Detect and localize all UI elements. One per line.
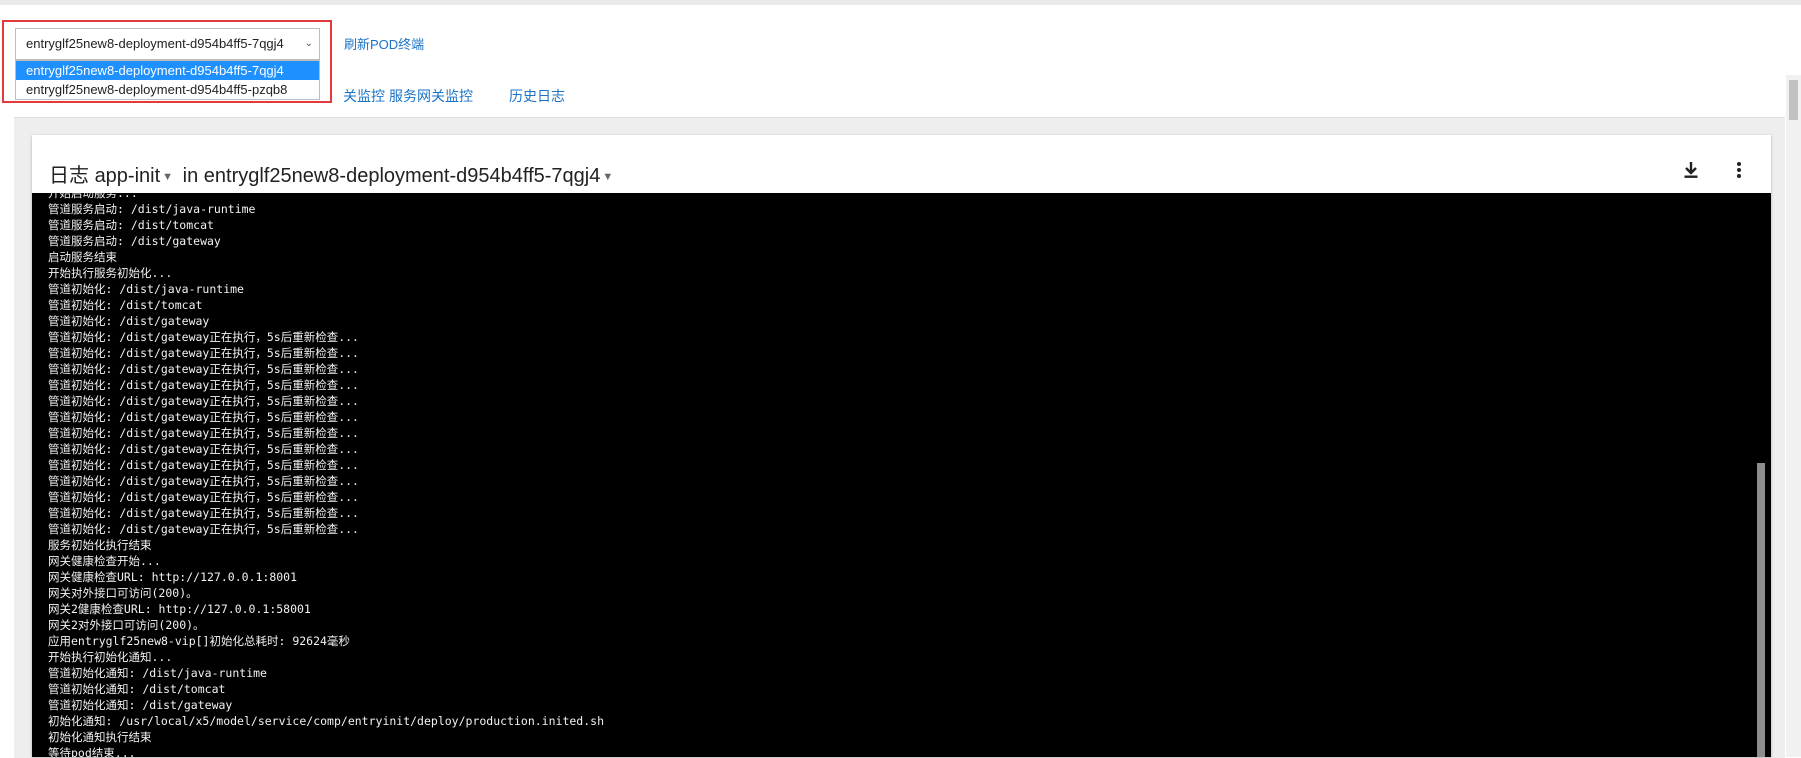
log-line: 管道初始化: /dist/gateway正在执行，5s后重新检查... bbox=[48, 442, 359, 456]
log-line: 等待pod结束... bbox=[48, 746, 136, 757]
log-line: 管道服务启动: /dist/java-runtime bbox=[48, 202, 256, 216]
log-title-prefix: 日志 bbox=[49, 165, 89, 187]
log-line: 网关2健康检查URL: http://127.0.0.1:58001 bbox=[48, 602, 311, 616]
log-line: 开始启动服务... bbox=[48, 193, 138, 200]
log-line: 初始化通知执行结束 bbox=[48, 730, 152, 744]
log-line: 管道初始化: /dist/tomcat bbox=[48, 298, 203, 312]
tab-partial-monitor[interactable]: 关监控 bbox=[343, 86, 385, 106]
log-line: 管道初始化通知: /dist/java-runtime bbox=[48, 666, 267, 680]
log-line: 管道初始化: /dist/gateway正在执行，5s后重新检查... bbox=[48, 410, 359, 424]
pod-name: entryglf25new8-deployment-d954b4ff5-7qgj… bbox=[203, 165, 601, 187]
log-line: 服务初始化执行结束 bbox=[48, 538, 152, 552]
chevron-down-icon: ⌄ bbox=[304, 38, 313, 49]
page-scrollbar-thumb[interactable] bbox=[1789, 80, 1798, 120]
log-line: 管道初始化通知: /dist/tomcat bbox=[48, 682, 226, 696]
more-vert-icon[interactable] bbox=[1724, 155, 1754, 185]
log-line: 网关健康检查URL: http://127.0.0.1:8001 bbox=[48, 570, 298, 584]
log-line: 网关2对外接口可访问(200)。 bbox=[48, 618, 205, 632]
container-select[interactable]: app-init ▼ bbox=[95, 165, 178, 187]
tab-gateway-monitor[interactable]: 服务网关监控 bbox=[389, 86, 473, 106]
log-line: 管道初始化: /dist/gateway正在执行，5s后重新检查... bbox=[48, 346, 359, 360]
caret-down-icon: ▼ bbox=[162, 170, 174, 183]
log-line: 启动服务结束 bbox=[48, 250, 117, 264]
refresh-pod-terminal-link[interactable]: 刷新POD终端 bbox=[344, 34, 424, 53]
log-line: 管道初始化通知: /dist/gateway bbox=[48, 698, 233, 712]
download-icon[interactable] bbox=[1676, 155, 1706, 185]
log-line: 应用entryglf25new8-vip[]初始化总耗时: 92624毫秒 bbox=[48, 634, 350, 648]
log-line: 开始执行初始化通知... bbox=[48, 650, 173, 664]
log-line: 网关健康检查开始... bbox=[48, 554, 161, 568]
in-label: in bbox=[182, 165, 199, 187]
log-line: 管道初始化: /dist/gateway正在执行，5s后重新检查... bbox=[48, 490, 359, 504]
log-card-header: 日志 app-init ▼ in entryglf25new8-deploymen… bbox=[32, 135, 1771, 193]
page-scrollbar[interactable] bbox=[1786, 75, 1801, 757]
terminal-scrollbar-thumb[interactable] bbox=[1757, 463, 1765, 757]
log-line: 管道初始化: /dist/gateway正在执行，5s后重新检查... bbox=[48, 330, 359, 344]
log-terminal[interactable]: 开始启动服务... 管道服务启动: /dist/java-runtime 管道服务启… bbox=[32, 193, 1771, 757]
pod-select-value: entryglf25new8-deployment-d954b4ff5-7qgj… bbox=[26, 36, 284, 51]
log-line: 开始执行服务初始化... bbox=[48, 266, 173, 280]
log-line: 管道初始化: /dist/gateway正在执行，5s后重新检查... bbox=[48, 474, 359, 488]
log-line: 初始化通知: /usr/local/x5/model/service/comp/… bbox=[48, 714, 604, 728]
log-line: 管道初始化: /dist/gateway正在执行，5s后重新检查... bbox=[48, 426, 359, 440]
log-title: 日志 app-init ▼ in entryglf25new8-deploymen… bbox=[49, 159, 617, 188]
log-line: 管道初始化: /dist/gateway bbox=[48, 314, 210, 328]
log-line: 管道初始化: /dist/gateway正在执行，5s后重新检查... bbox=[48, 458, 359, 472]
log-output: 开始启动服务... 管道服务启动: /dist/java-runtime 管道服务启… bbox=[48, 193, 604, 757]
log-line: 管道服务启动: /dist/gateway bbox=[48, 234, 221, 248]
log-line: 管道初始化: /dist/gateway正在执行，5s后重新检查... bbox=[48, 522, 359, 536]
caret-down-icon: ▼ bbox=[602, 170, 614, 183]
log-line: 管道初始化: /dist/gateway正在执行，5s后重新检查... bbox=[48, 394, 359, 408]
pod-select[interactable]: entryglf25new8-deployment-d954b4ff5-7qgj… bbox=[15, 28, 320, 60]
log-line: 管道服务启动: /dist/tomcat bbox=[48, 218, 214, 232]
log-line: 网关对外接口可访问(200)。 bbox=[48, 586, 198, 600]
tab-history-log[interactable]: 历史日志 bbox=[509, 86, 565, 106]
container-name: app-init bbox=[94, 165, 161, 187]
log-line: 管道初始化: /dist/gateway正在执行，5s后重新检查... bbox=[48, 362, 359, 376]
log-line: 管道初始化: /dist/gateway正在执行，5s后重新检查... bbox=[48, 506, 359, 520]
toolbar: entryglf25new8-deployment-d954b4ff5-7qgj… bbox=[0, 5, 1801, 103]
log-line: 管道初始化: /dist/java-runtime bbox=[48, 282, 244, 296]
pod-name-select[interactable]: entryglf25new8-deployment-d954b4ff5-7qgj… bbox=[204, 165, 617, 187]
tab-bar: 关监控 服务网关监控 历史日志 bbox=[0, 75, 1801, 115]
log-line: 管道初始化: /dist/gateway正在执行，5s后重新检查... bbox=[48, 378, 359, 392]
